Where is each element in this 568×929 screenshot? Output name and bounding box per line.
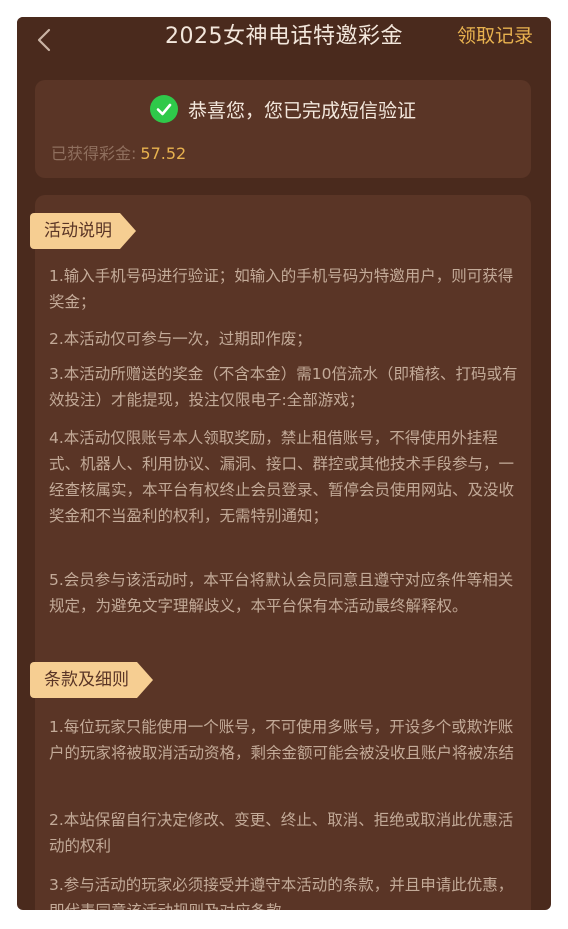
bonus-row: 已获得彩金: 57.52 — [51, 140, 186, 164]
check-circle-icon — [149, 95, 178, 123]
activity-item-3: 3.本活动所赠送的奖金（不含本金）需10倍流水（即稽核、打码或有效投注）才能提现… — [49, 365, 518, 409]
activity-section-tag: 活动说明 — [30, 213, 136, 249]
terms-item-2: 2.本站保留自行决定修改、变更、终止、取消、拒绝或取消此优惠活动的权利 — [49, 811, 514, 855]
terms-section-title: 条款及细则 — [30, 662, 137, 698]
activity-item-2: 2.本活动仅可参与一次，过期即作废； — [49, 330, 312, 348]
activity-item-1: 1.输入手机号码进行验证；如输入的手机号码为特邀用户，则可获得奖金； — [49, 267, 514, 311]
bonus-label: 已获得彩金: — [51, 144, 137, 163]
tag-arrow-shape — [120, 213, 136, 249]
activity-item-4: 4.本活动仅限账号本人领取奖励，禁止租借账号，不得使用外挂程式、机器人、利用协议… — [49, 429, 515, 525]
verification-status-card: 恭喜您，您已完成短信验证 已获得彩金: 57.52 — [35, 80, 531, 178]
terms-section-tag: 条款及细则 — [30, 662, 153, 698]
tag-arrow-shape — [137, 662, 153, 698]
nav-bar: 2025女神电话特邀彩金 领取记录 — [17, 17, 551, 63]
claim-record-link[interactable]: 领取记录 — [457, 17, 533, 63]
verification-message: 恭喜您，您已完成短信验证 — [187, 99, 416, 122]
rules-card: 活动说明 1.输入手机号码进行验证；如输入的手机号码为特邀用户，则可获得奖金； … — [30, 195, 531, 910]
bonus-value: 57.52 — [140, 144, 187, 163]
terms-item-3: 3.参与活动的玩家必须接受并遵守本活动的条款，并且申请此优惠，即代表同意该活动规… — [49, 876, 514, 910]
phone-screen: 2025女神电话特邀彩金 领取记录 恭喜您，您已完成短信验证 已获得彩金: 57.… — [17, 17, 551, 910]
activity-item-5: 5.会员参与该活动时，本平台将默认会员同意且遵守对应条件等相关规定，为避免文字理… — [49, 571, 514, 615]
activity-section-title: 活动说明 — [30, 213, 120, 249]
terms-item-1: 1.每位玩家只能使用一个账号，不可使用多账号，开设多个或欺诈账户的玩家将被取消活… — [49, 718, 515, 762]
verification-message-row: 恭喜您，您已完成短信验证 — [35, 92, 531, 126]
